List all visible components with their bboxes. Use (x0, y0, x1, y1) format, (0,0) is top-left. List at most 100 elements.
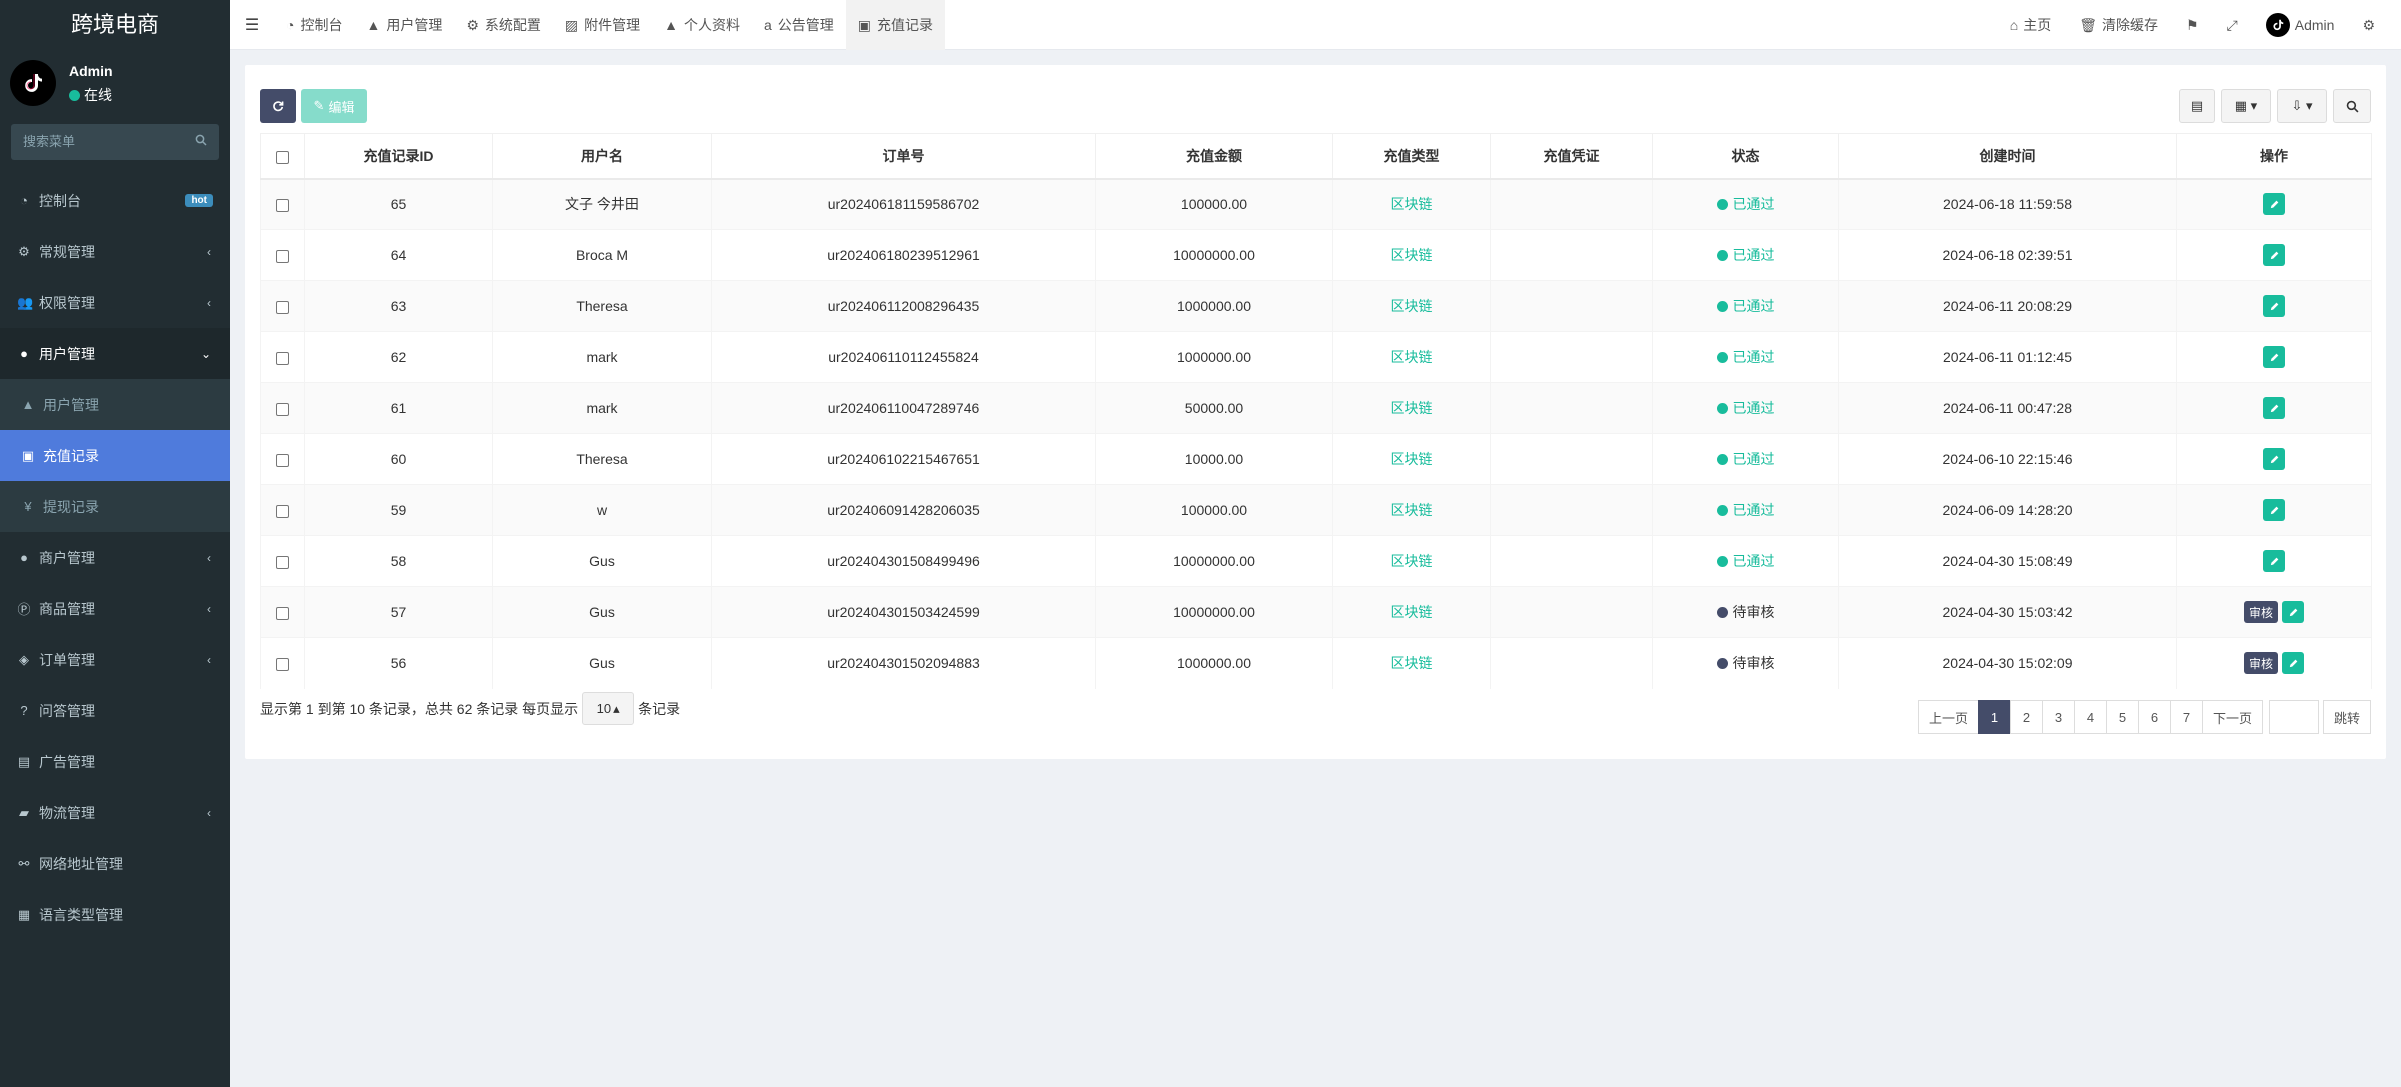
page-size-select[interactable]: 10 ▴ (582, 692, 635, 725)
type-link[interactable]: 区块链 (1391, 604, 1433, 620)
row-checkbox[interactable] (276, 199, 289, 213)
row-select-cell[interactable] (260, 637, 305, 689)
row-checkbox[interactable] (276, 402, 289, 416)
tab-recharge[interactable]: ▣ 充值记录 (845, 0, 946, 50)
fullscreen-icon[interactable]: ⤢ (2213, 17, 2252, 34)
next-page-button[interactable]: 下一页 (2201, 700, 2263, 734)
columns-dropdown-button[interactable]: ▦ ▾ (2221, 89, 2271, 123)
edit-row-button[interactable] (2263, 193, 2285, 216)
edit-row-button[interactable] (2263, 397, 2285, 419)
tab-attachments[interactable]: ▨ 附件管理 (553, 0, 652, 50)
table-row[interactable]: 65 文子 今井田 ur202406181159586702 100000.00 区块链… (260, 178, 2372, 230)
menu-search-input[interactable]: 搜索菜单 (11, 124, 219, 160)
row-checkbox[interactable] (276, 555, 289, 569)
row-select-cell[interactable] (260, 229, 305, 281)
column-header[interactable]: 充值类型 (1332, 133, 1491, 180)
sidebar-item-auth[interactable]: 👥 权限管理 ‹ (0, 277, 230, 328)
sidebar-item-order[interactable]: ◈ 订单管理 ‹ (0, 634, 230, 685)
page-button[interactable]: 4 (2073, 700, 2107, 734)
edit-row-button[interactable] (2263, 550, 2285, 572)
type-link[interactable]: 区块链 (1391, 655, 1433, 671)
sidebar-item-language[interactable]: ▦ 语言类型管理 (0, 889, 230, 940)
sidebar-subitem-user-manage[interactable]: ▲ 用户管理 (0, 379, 230, 430)
sidebar-item-users[interactable]: ● 用户管理 ⌄ (0, 328, 230, 379)
page-button[interactable]: 3 (2041, 700, 2075, 734)
type-link[interactable]: 区块链 (1391, 349, 1433, 365)
column-header[interactable]: 订单号 (711, 133, 1096, 180)
type-link[interactable]: 区块链 (1391, 196, 1433, 212)
edit-row-button[interactable] (2263, 499, 2285, 521)
row-select-cell[interactable] (260, 535, 305, 587)
type-link[interactable]: 区块链 (1391, 502, 1433, 518)
edit-row-button[interactable] (2263, 295, 2285, 317)
prev-page-button[interactable]: 上一页 (1917, 700, 1979, 734)
refresh-button[interactable] (260, 89, 296, 123)
table-row[interactable]: 56 Gus ur202404301502094883 1000000.00 区块链 待审… (260, 637, 2372, 689)
row-select-cell[interactable] (260, 178, 305, 230)
row-checkbox[interactable] (276, 351, 289, 365)
audit-button[interactable]: 审核 (2243, 652, 2278, 675)
table-row[interactable]: 60 Theresa ur202406102215467651 10000.00 区块链… (260, 433, 2372, 485)
table-row[interactable]: 58 Gus ur202404301508499496 10000000.00 区块链 已… (260, 535, 2372, 587)
page-button[interactable]: 1 (1977, 700, 2011, 734)
type-link[interactable]: 区块链 (1391, 298, 1433, 314)
select-all-checkbox[interactable] (276, 150, 289, 164)
page-button[interactable]: 2 (2009, 700, 2043, 734)
edit-row-button[interactable] (2263, 244, 2285, 266)
audit-button[interactable]: 审核 (2243, 601, 2278, 623)
sidebar-item-logistics[interactable]: ▰ 物流管理 ‹ (0, 787, 230, 838)
language-switch-icon[interactable]: ⚑ (2172, 17, 2213, 34)
edit-row-button[interactable] (2282, 601, 2304, 623)
column-header[interactable]: 充值凭证 (1490, 133, 1653, 180)
jump-page-input[interactable] (2268, 700, 2319, 734)
tab-system-config[interactable]: ⚙ 系统配置 (454, 0, 553, 50)
search-toggle-button[interactable] (2333, 89, 2371, 123)
row-checkbox[interactable] (276, 300, 289, 314)
edit-button[interactable]: ✎ 编辑 (301, 89, 367, 123)
menu-toggle-icon[interactable]: ☰ (230, 15, 274, 35)
search-icon[interactable] (195, 124, 207, 160)
row-checkbox[interactable] (276, 504, 289, 518)
table-row[interactable]: 61 mark ur202406110047289746 50000.00 区块链 已通过… (260, 382, 2372, 434)
brand-title[interactable]: 跨境电商 (0, 0, 230, 50)
table-row[interactable]: 62 mark ur202406110112455824 1000000.00 区块链 已… (260, 331, 2372, 383)
row-select-cell[interactable] (260, 433, 305, 485)
row-select-cell[interactable] (260, 382, 305, 434)
row-checkbox[interactable] (276, 658, 289, 672)
page-button[interactable]: 6 (2137, 700, 2171, 734)
tab-announcements[interactable]: a 公告管理 (752, 0, 846, 50)
table-row[interactable]: 57 Gus ur202404301503424599 10000000.00 区块链 待… (260, 586, 2372, 638)
sidebar-subitem-recharge[interactable]: ▣ 充值记录 (0, 430, 230, 481)
settings-gear-icon[interactable]: ⚙ (2348, 17, 2389, 34)
tab-dashboard[interactable]: ◔ 控制台 (274, 0, 354, 50)
home-link[interactable]: ⌂ 主页 (1996, 15, 2065, 35)
sidebar-item-product[interactable]: Ⓟ 商品管理 ‹ (0, 583, 230, 634)
admin-menu[interactable]: Admin (2252, 13, 2349, 37)
type-link[interactable]: 区块链 (1391, 400, 1433, 416)
column-header[interactable]: 创建时间 (1838, 133, 2177, 180)
row-select-cell[interactable] (260, 586, 305, 638)
row-checkbox[interactable] (276, 453, 289, 467)
sidebar-item-merchant[interactable]: ● 商户管理 ‹ (0, 532, 230, 583)
jump-button[interactable]: 跳转 (2322, 700, 2371, 734)
sidebar-item-network[interactable]: ⚯ 网络地址管理 (0, 838, 230, 889)
edit-row-button[interactable] (2263, 346, 2285, 368)
table-row[interactable]: 59 w ur202406091428206035 100000.00 区块链 已通过 20… (260, 484, 2372, 536)
column-header[interactable]: 状态 (1652, 133, 1839, 180)
page-button[interactable]: 7 (2169, 700, 2203, 734)
sidebar-item-qa[interactable]: ? 问答管理 (0, 685, 230, 736)
row-select-cell[interactable] (260, 484, 305, 536)
select-all-cell[interactable] (260, 133, 305, 180)
row-select-cell[interactable] (260, 280, 305, 332)
row-checkbox[interactable] (276, 249, 289, 263)
table-row[interactable]: 64 Broca Mur202406180239512961 10000000.00… (260, 229, 2372, 281)
type-link[interactable]: 区块链 (1391, 451, 1433, 467)
column-header[interactable]: 充值金额 (1095, 133, 1333, 180)
row-checkbox[interactable] (276, 606, 289, 620)
page-button[interactable]: 5 (2105, 700, 2139, 734)
sidebar-subitem-withdraw[interactable]: ¥ 提现记录 (0, 481, 230, 532)
edit-row-button[interactable] (2263, 448, 2285, 470)
edit-row-button[interactable] (2282, 652, 2304, 675)
type-link[interactable]: 区块链 (1391, 247, 1433, 263)
tab-user-manage[interactable]: ▲ 用户管理 (354, 0, 454, 50)
